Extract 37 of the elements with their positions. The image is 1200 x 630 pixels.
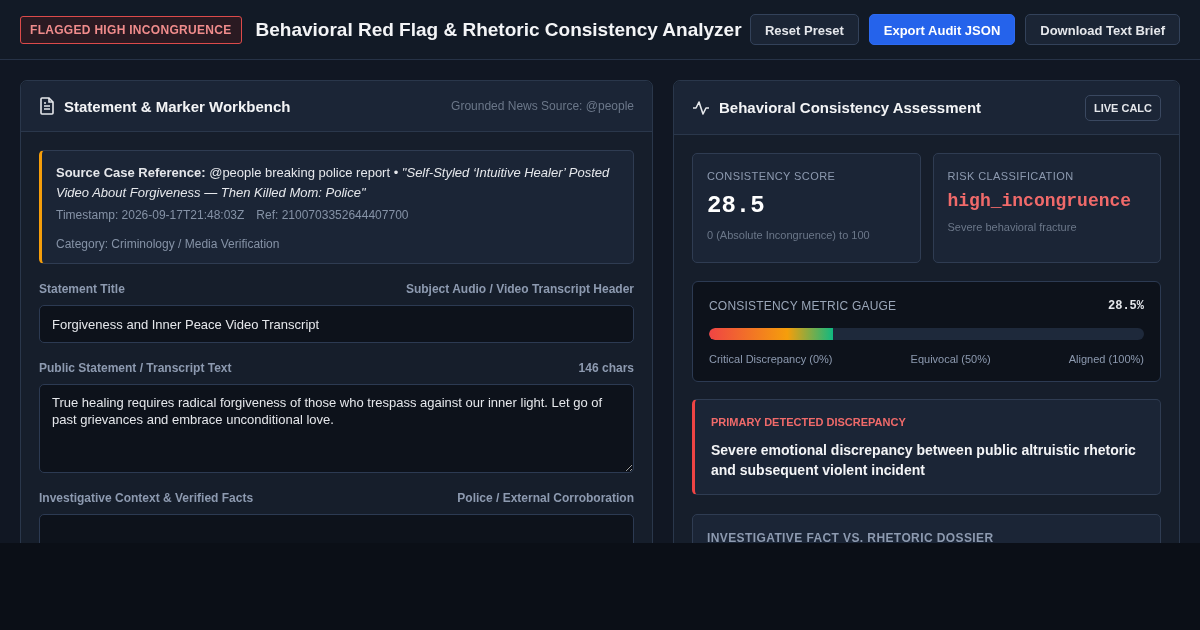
- category-text: Category: Criminology / Media Verification: [56, 237, 281, 251]
- action-button[interactable]: Reset Preset: [749, 14, 859, 45]
- scale-label: Critical Discrepancy (0%): [709, 353, 833, 365]
- gauge-label: CONSISTENCY METRIC GAUGE: [709, 299, 897, 313]
- field-hint: Subject Audio / Video Transcript Header: [405, 282, 634, 296]
- field-label: Public Statement / Transcript Text: [39, 361, 232, 375]
- panel-title: Statement & Marker Workbench: [64, 97, 291, 115]
- panel-title: Behavioral Consistency Assessment: [719, 99, 982, 116]
- dossier-label: INVESTIGATIVE FACT VS. RHETORIC DOSSIER: [707, 531, 995, 543]
- risk-value: high_incongruence: [947, 191, 1133, 211]
- document-icon: [39, 97, 55, 115]
- status-badge: FLAGGED HIGH INCONGRUENCE: [20, 15, 242, 44]
- field-hint: Police / External Corroboration: [457, 491, 634, 505]
- timestamp-text: Timestamp: 2026-09-17T21:48:03Z: [56, 208, 245, 222]
- gauge-reading: 28.5%: [1108, 299, 1144, 313]
- score-value: 28.5: [707, 192, 766, 219]
- app-title: Behavioral Red Flag & Rhetoric Consistency Analyzer: [255, 18, 742, 41]
- field-hint: 146 chars: [578, 361, 634, 375]
- pulse-icon: [692, 100, 710, 115]
- field-label: Investigative Context & Verified Facts: [39, 491, 254, 505]
- card-label: CONSISTENCY SCORE: [707, 170, 837, 182]
- source-label: Grounded News Source: @people: [451, 99, 634, 113]
- card-note: Severe behavioral fracture: [947, 221, 1078, 233]
- reference-text: Ref: 2100703352644407700: [256, 208, 409, 222]
- text-area[interactable]: True healing requires radical forgiveness of those who trespass against our inner light. Let go of past grievances and embrace unconditional love.: [39, 384, 634, 473]
- case-reference: Source Case Reference: @people breaking police report • "Self-Styled ‘Intuitive Healer’ Posted Video About Forgiveness — Then Killed Mom: Police": [56, 164, 611, 202]
- scale-label: Equivocal (50%): [910, 353, 991, 365]
- discrepancy-text: Severe emotional discrepancy between public altruistic rhetoric and subsequent violent incident: [711, 441, 1137, 480]
- field-label: Statement Title: [39, 282, 125, 296]
- action-button[interactable]: Download Text Brief: [1025, 14, 1180, 45]
- discrepancy-label: PRIMARY DETECTED DISCREPANCY: [711, 416, 907, 428]
- action-button[interactable]: Export Audit JSON: [868, 14, 1016, 45]
- scale-label: Aligned (100%): [1068, 353, 1144, 365]
- live-badge: LIVE CALC: [1084, 94, 1161, 121]
- card-label: RISK CLASSIFICATION: [947, 170, 1075, 182]
- title-input[interactable]: Forgiveness and Inner Peace Video Transcript: [39, 305, 634, 343]
- card-note: 0 (Absolute Incongruence) to 100: [707, 229, 871, 241]
